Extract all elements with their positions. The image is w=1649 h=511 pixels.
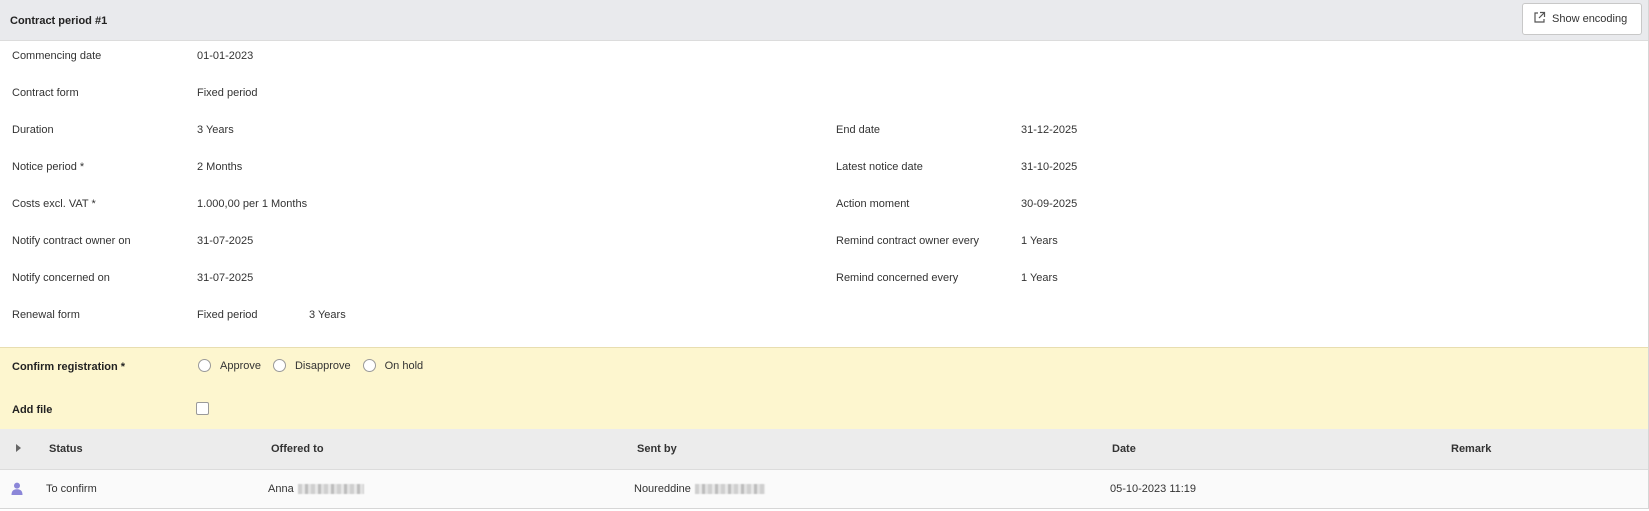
redacted-surname bbox=[694, 484, 765, 495]
notify-concerned-label: Notify concerned on bbox=[12, 272, 110, 284]
row-offered-to-name: Anna bbox=[268, 483, 294, 495]
column-header-sent-by[interactable]: Sent by bbox=[637, 443, 677, 455]
notify-contract-owner-label: Notify contract owner on bbox=[12, 235, 131, 247]
costs-value: 1.000,00 per 1 Months bbox=[197, 198, 308, 210]
table-row[interactable]: To confirm Anna Noureddine 05-10-2023 11… bbox=[0, 470, 1648, 508]
column-header-date[interactable]: Date bbox=[1112, 443, 1136, 455]
costs-label: Costs excl. VAT * bbox=[12, 198, 96, 210]
commencing-date-value: 01-01-2023 bbox=[197, 50, 254, 62]
contract-form-label: Contract form bbox=[12, 87, 79, 99]
panel-title: Contract period #1 bbox=[10, 15, 108, 27]
notice-period-value: 2 Months bbox=[197, 161, 243, 173]
row-sent-by: Noureddine bbox=[634, 483, 765, 495]
column-header-remark[interactable]: Remark bbox=[1451, 443, 1491, 455]
remind-concerned-value: 1 Years bbox=[1021, 272, 1058, 284]
redacted-surname bbox=[297, 484, 364, 495]
radio-disapprove[interactable]: Disapprove bbox=[272, 359, 351, 372]
end-date-value: 31-12-2025 bbox=[1021, 124, 1078, 136]
notice-period-label: Notice period * bbox=[12, 161, 85, 173]
confirm-radio-group: Approve Disapprove On hold bbox=[198, 359, 435, 372]
commencing-date-label: Commencing date bbox=[12, 50, 102, 62]
radio-on-hold-label: On hold bbox=[384, 359, 424, 372]
row-offered-to: Anna bbox=[268, 483, 364, 495]
action-moment-label: Action moment bbox=[836, 198, 910, 210]
row-status: To confirm bbox=[46, 483, 97, 495]
column-header-status[interactable]: Status bbox=[49, 443, 83, 455]
renewal-form-value: Fixed period bbox=[197, 309, 258, 321]
radio-disapprove-label: Disapprove bbox=[294, 359, 351, 372]
radio-on-hold-circle[interactable] bbox=[362, 359, 376, 372]
duration-label: Duration bbox=[12, 124, 54, 136]
confirm-registration-label: Confirm registration * bbox=[12, 361, 126, 373]
show-encoding-button[interactable]: Show encoding bbox=[1522, 3, 1642, 35]
radio-on-hold[interactable]: On hold bbox=[362, 359, 424, 372]
duration-value: 3 Years bbox=[197, 124, 234, 136]
contract-form-value: Fixed period bbox=[197, 87, 258, 99]
radio-approve[interactable]: Approve bbox=[198, 359, 261, 372]
expand-all-icon[interactable] bbox=[16, 444, 21, 452]
remind-contract-owner-label: Remind contract owner every bbox=[836, 235, 980, 247]
radio-approve-label: Approve bbox=[220, 359, 261, 372]
contract-period-panel: Contract period #1 Show encoding Commenc… bbox=[0, 0, 1649, 509]
action-moment-value: 30-09-2025 bbox=[1021, 198, 1078, 210]
add-file-checkbox[interactable] bbox=[196, 402, 209, 415]
notify-contract-owner-value: 31-07-2025 bbox=[197, 235, 254, 247]
remind-concerned-label: Remind concerned every bbox=[836, 272, 959, 284]
end-date-label: End date bbox=[836, 124, 881, 136]
table-header: Status Offered to Sent by Date Remark bbox=[0, 429, 1648, 470]
row-date: 05-10-2023 11:19 bbox=[1110, 483, 1197, 495]
show-encoding-label: Show encoding bbox=[1552, 13, 1628, 25]
panel-header: Contract period #1 Show encoding bbox=[0, 0, 1648, 41]
user-icon bbox=[11, 482, 23, 498]
radio-approve-circle[interactable] bbox=[198, 359, 211, 372]
latest-notice-date-label: Latest notice date bbox=[836, 161, 923, 173]
renewal-form-label: Renewal form bbox=[12, 309, 80, 321]
external-link-icon bbox=[1533, 11, 1546, 27]
remind-contract-owner-value: 1 Years bbox=[1021, 235, 1058, 247]
row-sent-by-name: Noureddine bbox=[634, 483, 691, 495]
radio-disapprove-circle[interactable] bbox=[272, 359, 286, 372]
add-file-label: Add file bbox=[12, 404, 53, 416]
confirm-registration-section: Confirm registration * Approve Disapprov… bbox=[0, 347, 1648, 430]
notify-concerned-value: 31-07-2025 bbox=[197, 272, 254, 284]
renewal-duration-value: 3 Years bbox=[309, 309, 346, 321]
column-header-offered-to[interactable]: Offered to bbox=[271, 443, 324, 455]
latest-notice-date-value: 31-10-2025 bbox=[1021, 161, 1078, 173]
